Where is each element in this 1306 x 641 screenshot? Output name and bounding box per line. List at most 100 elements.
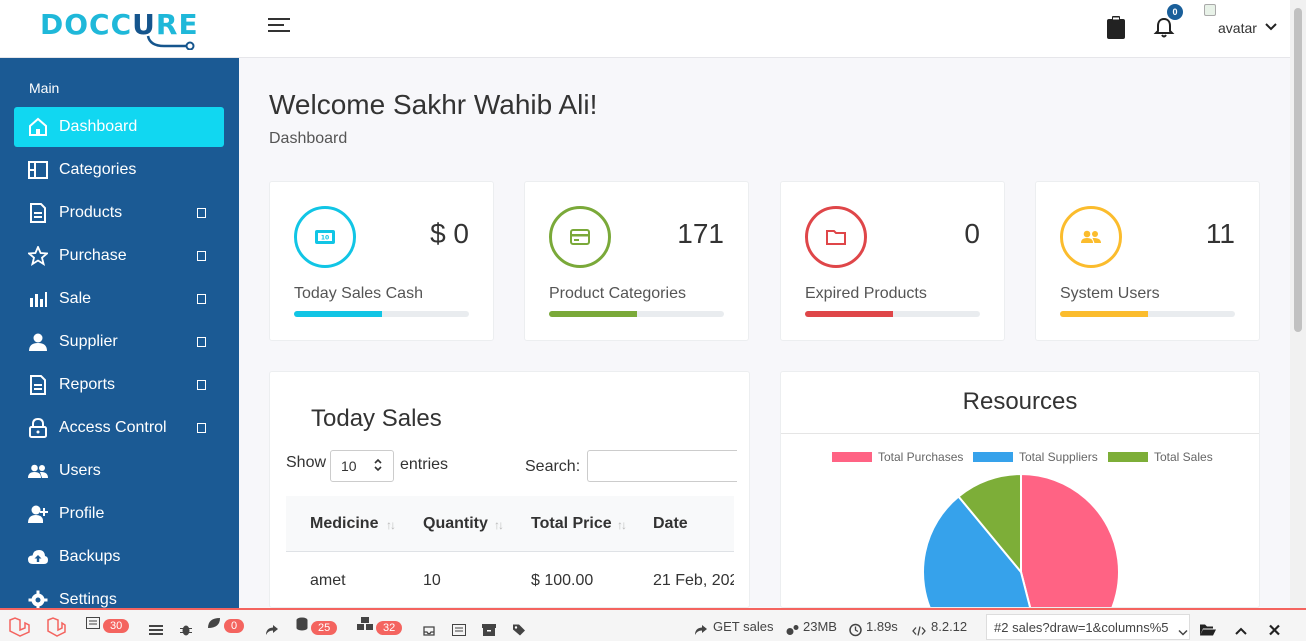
request-method: GET sales <box>713 619 774 634</box>
stat-progress-bar <box>1060 311 1235 317</box>
table-cell: 21 Feb, 2023 <box>653 572 734 589</box>
pie-slice-total-purchases[interactable] <box>1020 472 1120 608</box>
clipboard-icon[interactable] <box>1106 16 1126 40</box>
sidebar-item-profile[interactable]: Profile <box>14 494 224 534</box>
gear-icon <box>28 590 48 608</box>
sidebar-item-dashboard[interactable]: Dashboard <box>14 107 224 147</box>
folder-open-icon[interactable] <box>1200 620 1216 640</box>
page-length-select[interactable]: 10 <box>330 450 394 482</box>
sidebar-item-purchase[interactable]: Purchase <box>14 236 224 276</box>
user-icon <box>29 333 47 351</box>
sidebar-item-products[interactable]: Products <box>14 193 224 233</box>
sort-icon: ↑↓ <box>386 518 396 532</box>
table-cell: 10 <box>423 572 441 589</box>
menu-line <box>268 30 290 32</box>
column-header-date[interactable]: Date <box>653 515 688 533</box>
sidebar-item-sale[interactable]: Sale <box>14 279 224 319</box>
sidebar-menu: Dashboard Categories Products Purchase S… <box>14 107 224 608</box>
broken-image-icon <box>1204 4 1216 16</box>
users-icon <box>1081 230 1101 243</box>
column-header-total-price[interactable]: Total Price <box>531 515 612 533</box>
stat-value: 0 <box>964 218 980 249</box>
column-header-quantity[interactable]: Quantity <box>423 515 488 533</box>
sidebar-item-label: Reports <box>59 376 116 393</box>
legend-label: Total Purchases <box>878 450 964 464</box>
menu-toggle-button[interactable] <box>268 18 290 38</box>
sidebar-item-label: Users <box>59 462 101 479</box>
stat-progress-bar <box>294 311 469 317</box>
user-menu[interactable]: avatar <box>1204 4 1284 44</box>
doccure-logo[interactable]: DOCCURE <box>40 8 200 50</box>
home-icon <box>29 117 47 136</box>
stat-progress-fill <box>294 311 382 317</box>
stat-value: $ 0 <box>430 218 469 249</box>
sidebar-item-label: Backups <box>59 548 121 565</box>
stethoscope-icon <box>146 35 195 50</box>
messages-tab[interactable]: 30 <box>86 617 130 637</box>
resources-pie-chart[interactable] <box>921 472 1121 608</box>
clock-icon <box>849 623 862 637</box>
sidebar-item-label: Categories <box>59 161 137 178</box>
stat-card-system-users: 11 System Users <box>1035 181 1260 341</box>
credit-card-icon <box>570 229 590 245</box>
sidebar-item-label: Profile <box>59 505 105 522</box>
top-header: DOCCURE 0 avatar <box>0 0 1290 58</box>
stat-icon-circle <box>1060 206 1122 268</box>
sidebar-item-access-control[interactable]: Access Control <box>14 408 224 448</box>
laravel-logo-icon[interactable] <box>8 617 30 637</box>
legend-swatch <box>832 452 872 462</box>
search-input[interactable] <box>587 450 737 482</box>
legend-label: Total Sales <box>1154 450 1213 464</box>
models-tab[interactable]: 32 <box>357 617 403 637</box>
column-header-medicine[interactable]: Medicine <box>310 515 378 533</box>
sidebar-item-label: Access Control <box>59 419 167 436</box>
panel-title: Today Sales <box>311 405 442 432</box>
request-history-select[interactable]: #2 sales?draw=1&columns%5 <box>986 614 1190 640</box>
submenu-arrow-icon <box>197 423 206 433</box>
sidebar-section-title: Main <box>29 80 60 96</box>
document-icon <box>30 375 46 395</box>
search-label: Search: <box>525 458 581 475</box>
chevron-down-icon <box>1265 23 1277 31</box>
stat-label: Product Categories <box>549 285 686 302</box>
page-title: Welcome Sakhr Wahib Ali! <box>269 89 598 120</box>
archive-icon[interactable] <box>482 620 496 640</box>
divider <box>781 433 1259 434</box>
resources-panel: Resources Total Purchases Total Supplier… <box>780 371 1260 608</box>
cubes-icon <box>357 617 373 630</box>
close-icon[interactable] <box>1269 620 1280 640</box>
tags-icon[interactable] <box>512 620 526 640</box>
database-icon <box>296 617 308 631</box>
scrollbar-thumb[interactable] <box>1294 8 1302 332</box>
share-icon[interactable] <box>265 620 279 640</box>
page-scrollbar[interactable] <box>1290 0 1306 608</box>
sidebar-item-settings[interactable]: Settings <box>14 580 224 608</box>
svg-text:10: 10 <box>321 235 329 242</box>
views-tab[interactable]: 0 <box>207 617 245 637</box>
table-cell: amet <box>310 572 346 589</box>
cloud-upload-icon <box>28 550 48 564</box>
select-arrows-icon <box>374 458 382 472</box>
money-icon: 10 <box>315 230 335 244</box>
messages-count: 30 <box>103 619 130 633</box>
stat-icon-circle <box>549 206 611 268</box>
sidebar-item-label: Settings <box>59 591 117 608</box>
laravel-icon[interactable] <box>46 617 66 637</box>
sidebar-item-label: Sale <box>59 290 92 307</box>
inbox-icon[interactable] <box>423 621 435 641</box>
queries-count: 25 <box>311 621 338 635</box>
submenu-arrow-icon <box>197 251 206 261</box>
sidebar-item-users[interactable]: Users <box>14 451 224 491</box>
list-icon[interactable] <box>452 620 466 640</box>
stat-progress-bar <box>805 311 980 317</box>
queries-tab[interactable]: 25 <box>296 617 338 637</box>
sidebar-item-backups[interactable]: Backups <box>14 537 224 577</box>
timeline-icon[interactable] <box>149 620 163 640</box>
memory-usage: 23MB <box>803 619 837 634</box>
chevron-up-icon[interactable] <box>1235 621 1247 641</box>
sidebar-item-reports[interactable]: Reports <box>14 365 224 405</box>
sort-icon: ↑↓ <box>494 518 504 532</box>
sidebar-item-supplier[interactable]: Supplier <box>14 322 224 362</box>
bug-icon[interactable] <box>180 620 192 640</box>
sidebar-item-categories[interactable]: Categories <box>14 150 224 190</box>
